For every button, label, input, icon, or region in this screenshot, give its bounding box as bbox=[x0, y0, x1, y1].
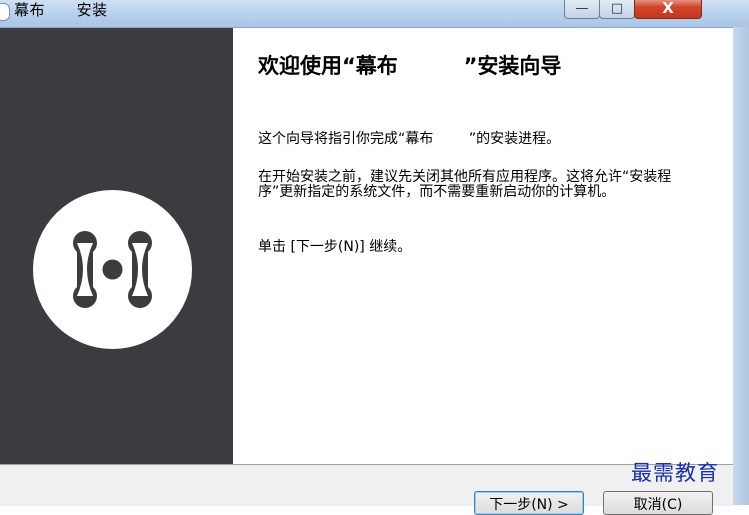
advice-text: 在开始安装之前，建议先关闭其他所有应用程序。这将允许“安装程序”更新指定的系统文… bbox=[258, 169, 672, 200]
maximize-button[interactable]: □ bbox=[599, 0, 635, 19]
welcome-panel: 欢迎使用“幕布 ”安装向导 这个向导将指引你完成“幕布 ”的安装进程。 在开始安… bbox=[234, 28, 733, 464]
title-bar: 幕布 安装 — □ X bbox=[0, 0, 749, 28]
window-edge bbox=[733, 27, 749, 505]
installer-sidebar bbox=[0, 28, 233, 464]
minimize-button[interactable]: — bbox=[564, 0, 600, 19]
page-title: 欢迎使用“幕布 ”安装向导 bbox=[258, 54, 562, 78]
continue-hint: 单击 [下一步(N)] 继续。 bbox=[258, 239, 412, 255]
watermark-text: 最需教育 bbox=[631, 461, 719, 485]
close-button[interactable]: X bbox=[634, 0, 702, 19]
window-title: 幕布 安装 bbox=[14, 1, 108, 19]
next-button[interactable]: 下一步(N) > bbox=[474, 491, 584, 515]
intro-text: 这个向导将指引你完成“幕布 ”的安装进程。 bbox=[258, 131, 561, 147]
mubu-logo-icon bbox=[73, 231, 152, 308]
logo-badge bbox=[33, 190, 192, 349]
cancel-button[interactable]: 取消(C) bbox=[603, 491, 713, 515]
app-icon bbox=[0, 3, 10, 21]
